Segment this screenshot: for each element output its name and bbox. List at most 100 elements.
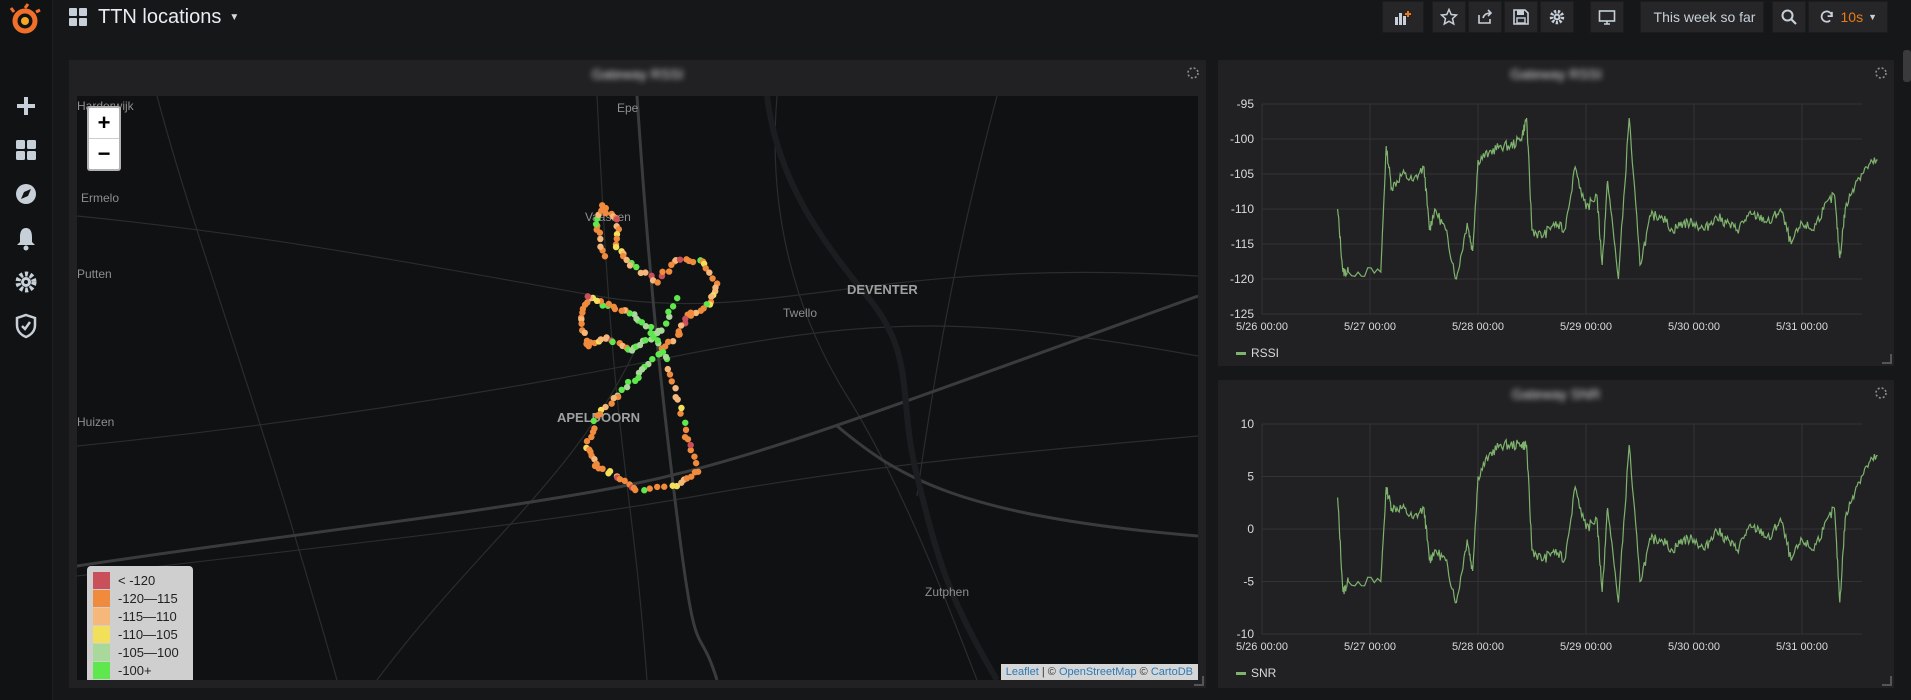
measurement-point[interactable] (597, 243, 604, 250)
measurement-point[interactable] (601, 253, 609, 260)
measurement-point[interactable] (592, 220, 600, 228)
map-tiles[interactable]: Harderwijk Epe Ermelo Vaassen Putten DEV… (77, 96, 1198, 680)
measurement-point[interactable] (694, 468, 702, 475)
measurement-point[interactable] (673, 294, 681, 302)
alerting-bell-icon[interactable] (12, 224, 40, 252)
measurement-point[interactable] (599, 465, 606, 473)
rssi-graph[interactable]: -95 -100 -105 -110 -115 -120 -1255/26 00:00 5/2… (1218, 60, 1894, 366)
dashboards-icon[interactable] (12, 136, 40, 164)
measurement-point[interactable] (682, 419, 689, 426)
measurement-point[interactable] (677, 322, 685, 329)
time-range-picker[interactable]: This week so far (1640, 1, 1764, 33)
y-tick-label: -100 (1230, 132, 1254, 146)
measurement-point[interactable] (618, 386, 625, 394)
measurement-point[interactable] (654, 279, 661, 286)
configuration-gear-icon[interactable] (12, 268, 40, 296)
map-canvas[interactable]: Harderwijk Epe Ermelo Vaassen Putten DEV… (77, 96, 1198, 680)
dashboard-picker[interactable]: TTN locations ▼ (68, 3, 239, 31)
grafana-logo-icon[interactable] (6, 2, 44, 40)
snr-graph[interactable]: 10 5 0 -5 -105/26 00:00 5/27 00:00 5/28 00:00 5… (1218, 380, 1894, 688)
measurement-point[interactable] (668, 378, 675, 385)
measurement-point[interactable] (681, 433, 689, 441)
snr-legend[interactable]: SNR (1236, 666, 1276, 680)
measurement-point[interactable] (669, 303, 677, 310)
rssi-legend[interactable]: RSSI (1236, 346, 1279, 360)
measurement-point[interactable] (581, 329, 588, 337)
measurement-point[interactable] (631, 377, 639, 385)
measurement-point[interactable] (590, 417, 597, 425)
measurement-point[interactable] (583, 438, 591, 445)
server-admin-shield-icon[interactable] (12, 312, 40, 340)
measurement-point[interactable] (641, 487, 648, 494)
explore-compass-icon[interactable] (12, 180, 40, 208)
measurement-point[interactable] (689, 258, 697, 266)
panel-resize-handle[interactable] (1194, 676, 1204, 686)
measurement-point[interactable] (676, 256, 684, 263)
zoom-out-button[interactable]: − (89, 139, 119, 169)
measurement-point[interactable] (597, 235, 604, 243)
measurement-point[interactable] (618, 307, 625, 314)
measurement-point[interactable] (678, 404, 685, 412)
measurement-point[interactable] (653, 483, 661, 491)
measurement-point[interactable] (578, 320, 585, 327)
measurement-point[interactable] (665, 308, 672, 315)
measurement-point[interactable] (658, 327, 665, 334)
measurement-point[interactable] (606, 468, 614, 475)
share-dashboard-button[interactable] (1468, 1, 1502, 33)
refresh-interval-picker[interactable]: 10s ▼ (1808, 1, 1888, 33)
panel-resize-handle[interactable] (1882, 354, 1892, 364)
measurement-point[interactable] (709, 275, 716, 282)
save-dashboard-button[interactable] (1504, 1, 1538, 33)
measurement-point[interactable] (672, 393, 679, 401)
measurement-point[interactable] (659, 268, 666, 276)
add-panel-button[interactable] (1382, 1, 1424, 33)
measurement-point[interactable] (659, 348, 667, 356)
series-line[interactable] (1337, 437, 1878, 604)
dashboard-settings-button[interactable] (1540, 1, 1574, 33)
measurement-point[interactable] (605, 300, 612, 308)
legend-label: < -120 (118, 572, 156, 588)
measurement-point[interactable] (602, 209, 609, 217)
osm-link[interactable]: OpenStreetMap (1059, 666, 1137, 678)
leaflet-link[interactable]: Leaflet (1006, 666, 1039, 678)
measurement-point[interactable] (609, 338, 616, 346)
cartodb-link[interactable]: CartoDB (1151, 666, 1193, 678)
measurement-point[interactable] (610, 394, 617, 402)
measurement-point[interactable] (649, 355, 656, 363)
measurement-point[interactable] (687, 441, 694, 449)
star-dashboard-button[interactable] (1432, 1, 1466, 33)
measurement-point[interactable] (626, 262, 634, 269)
measurement-point[interactable] (661, 483, 668, 490)
measurement-point[interactable] (682, 426, 690, 434)
measurement-point[interactable] (672, 384, 679, 392)
map-panel-title[interactable]: Gateway RSSI (69, 66, 1206, 82)
measurement-point[interactable] (642, 269, 649, 276)
measurement-point[interactable] (662, 320, 670, 327)
measurement-point[interactable] (692, 459, 700, 467)
measurement-point[interactable] (677, 410, 684, 417)
panel-resize-handle[interactable] (1882, 676, 1892, 686)
measurement-point[interactable] (642, 337, 649, 344)
measurement-point[interactable] (665, 268, 673, 275)
zoom-in-button[interactable]: + (89, 108, 119, 139)
tv-mode-button[interactable] (1590, 1, 1624, 33)
measurement-point[interactable] (675, 331, 682, 338)
measurement-point[interactable] (612, 243, 620, 251)
measurement-point[interactable] (584, 293, 591, 300)
measurement-point[interactable] (594, 412, 601, 419)
measurement-point[interactable] (706, 269, 713, 276)
y-tick-label: -10 (1237, 627, 1255, 641)
measurement-point[interactable] (691, 453, 698, 460)
measurement-point[interactable] (632, 486, 639, 494)
measurement-point[interactable] (613, 216, 621, 223)
measurement-point[interactable] (608, 400, 615, 407)
measurement-point[interactable] (646, 485, 653, 492)
measurement-point[interactable] (613, 235, 621, 242)
measurement-point[interactable] (633, 263, 640, 271)
create-plus-icon[interactable] (12, 92, 40, 120)
zoom-out-time-button[interactable] (1772, 1, 1806, 33)
measurement-point[interactable] (664, 365, 672, 373)
rssi-graph-panel: Gateway RSSI -95 -100 -105 -110 -115 -120 -125… (1218, 60, 1894, 366)
series-line[interactable] (1337, 117, 1878, 280)
page-scrollbar[interactable] (1903, 50, 1911, 82)
